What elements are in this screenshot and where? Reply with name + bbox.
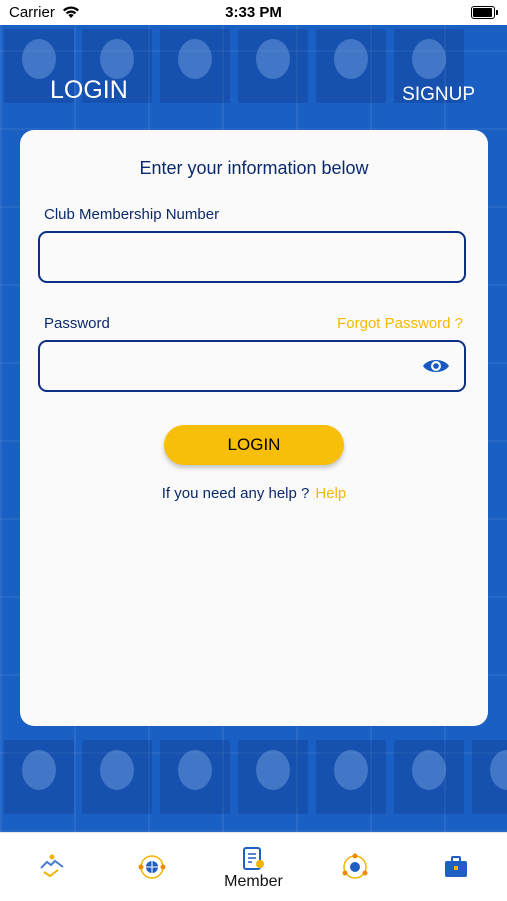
background-tile [394,740,464,814]
background-tile [238,29,308,103]
membership-number-field [38,231,466,283]
tab-login[interactable]: LOGIN [50,76,128,105]
login-button[interactable]: LOGIN [164,425,344,465]
member-card-icon[interactable] [240,845,268,873]
form-headline: Enter your information below [139,158,369,178]
network-icon[interactable] [341,853,369,881]
tab-signup[interactable]: SIGNUP [402,84,475,106]
background-tile [316,29,386,103]
password-input[interactable] [40,342,464,390]
tab-member-label: Member [224,873,283,890]
help-link[interactable]: Help [315,485,346,502]
status-bar: Carrier 3:33 PM [0,0,507,25]
background-tile [472,740,507,814]
background-tile [238,740,308,814]
background-tile [82,740,152,814]
background-tile [316,740,386,814]
eye-icon[interactable] [422,356,450,376]
clock: 3:33 PM [225,4,282,21]
help-line: If you need any help ? Help [20,485,488,502]
membership-number-input[interactable] [40,233,464,281]
login-card: Enter your information below Club Member… [20,130,488,726]
help-question: If you need any help ? [161,485,310,502]
password-field [38,340,466,392]
background-tile [4,740,74,814]
battery-icon [471,6,498,19]
forgot-password-link[interactable]: Forgot Password ? [337,315,463,332]
briefcase-icon[interactable] [442,853,470,881]
password-label: Password [44,315,110,332]
background-tile [160,740,230,814]
background-tile [160,29,230,103]
membership-number-label: Club Membership Number [44,206,220,223]
bottom-tab-bar: Member [0,832,507,901]
